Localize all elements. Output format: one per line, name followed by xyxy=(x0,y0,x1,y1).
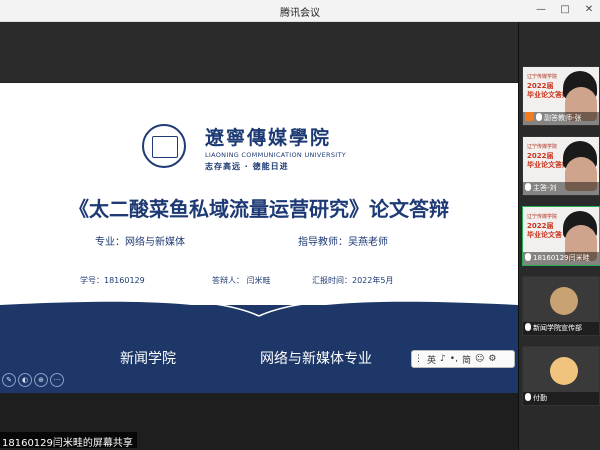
mic-icon xyxy=(525,183,531,191)
annotation-toolbar: ✎ ◐ ⊕ ··· xyxy=(2,373,64,387)
screen-share-caption: 18160129闫米畦的屏幕共享 xyxy=(0,432,137,449)
participant-label: 副答教师-张 xyxy=(523,112,599,125)
student-id: 学号：18160129 xyxy=(80,276,145,285)
advisor-label: 指导教师：吴燕老师 xyxy=(298,237,388,248)
participant-tile[interactable]: 辽宁传媒学院 2022届 毕业论文答辩 副答教师-张 xyxy=(522,66,600,126)
more-icon[interactable]: ··· xyxy=(50,373,64,387)
participant-label: 付勤 xyxy=(523,392,599,405)
pen-icon[interactable]: ✎ xyxy=(2,373,16,387)
ime-moon-icon[interactable]: ♪ xyxy=(438,354,448,364)
book-graphic xyxy=(0,296,518,328)
mic-icon xyxy=(525,323,531,331)
window-titlebar: 腾讯会议 — □ ✕ xyxy=(0,0,600,22)
participant-label: 18160129闫米畦 xyxy=(523,252,599,265)
poster-line: 毕业论文答 xyxy=(527,231,562,239)
ime-emoji-icon[interactable]: ☺ xyxy=(473,354,486,364)
defender-name: 答辩人： 闫米畦 xyxy=(212,276,271,285)
university-name-cn: 遼寧傳媒學院 xyxy=(205,127,332,149)
college-name: 新闻学院 xyxy=(120,351,176,367)
zoom-icon[interactable]: ⊕ xyxy=(34,373,48,387)
window-title: 腾讯会议 xyxy=(280,8,320,19)
shared-window-topbar xyxy=(0,22,518,82)
close-button[interactable]: ✕ xyxy=(582,2,596,18)
participant-name: 主答-刘 xyxy=(533,184,557,192)
participant-label: 新闻学院宣传部 xyxy=(523,322,599,335)
major-label: 专业：网络与新媒体 xyxy=(95,237,185,248)
poster-head: 辽宁传媒学院 xyxy=(527,74,558,80)
participant-name: 18160129闫米畦 xyxy=(533,254,590,262)
participant-tile[interactable]: 付勤 xyxy=(522,346,600,406)
maximize-button[interactable]: □ xyxy=(558,2,572,18)
participant-name: 付勤 xyxy=(533,394,547,402)
participant-name: 副答教师-张 xyxy=(544,114,582,122)
ime-lang-toggle[interactable]: 英 xyxy=(425,353,438,366)
avatar xyxy=(550,287,578,315)
report-time: 汇报时间：2022年5月 xyxy=(312,276,394,285)
poster-line: 2022届 xyxy=(527,222,554,230)
participant-label: 主答-刘 xyxy=(523,182,599,195)
university-logo xyxy=(142,124,186,168)
participant-tile[interactable]: 辽宁传媒学院 2022届 毕业论文答辩 主答-刘 xyxy=(522,136,600,196)
host-icon xyxy=(525,112,534,121)
mic-icon xyxy=(525,393,531,401)
university-motto: 志存高远 · 德能日进 xyxy=(205,162,289,171)
participant-tile[interactable]: 新闻学院宣传部 xyxy=(522,276,600,336)
participant-name: 新闻学院宣传部 xyxy=(533,324,582,332)
ime-punct-icon[interactable]: •, xyxy=(448,354,460,364)
poster-head: 辽宁传媒学院 xyxy=(527,214,558,220)
department-name: 网络与新媒体专业 xyxy=(260,351,372,367)
window-controls: — □ ✕ xyxy=(534,2,596,18)
ime-settings-icon[interactable]: ⚙ xyxy=(486,354,498,364)
mic-icon xyxy=(536,113,542,121)
ime-simplified-toggle[interactable]: 简 xyxy=(460,353,473,366)
ime-toolbar[interactable]: ⋮ 英 ♪ •, 简 ☺ ⚙ xyxy=(411,350,515,368)
ime-handle-icon: ⋮ xyxy=(414,354,423,364)
poster-head: 辽宁传媒学院 xyxy=(527,144,558,150)
university-name-en: LIAONING COMMUNICATION UNIVERSITY xyxy=(205,151,347,159)
tile-poster: 辽宁传媒学院 2022届 毕业论文答 xyxy=(527,213,562,240)
thesis-title: 《太二酸菜鱼私域流量运营研究》论文答辩 xyxy=(69,197,449,221)
mic-icon xyxy=(525,253,531,261)
minimize-button[interactable]: — xyxy=(534,2,548,18)
participant-tile-speaking[interactable]: 辽宁传媒学院 2022届 毕业论文答 18160129闫米畦 xyxy=(522,206,600,266)
presentation-slide: 遼寧傳媒學院 LIAONING COMMUNICATION UNIVERSITY… xyxy=(0,83,518,393)
avatar xyxy=(550,357,578,385)
laser-icon[interactable]: ◐ xyxy=(18,373,32,387)
